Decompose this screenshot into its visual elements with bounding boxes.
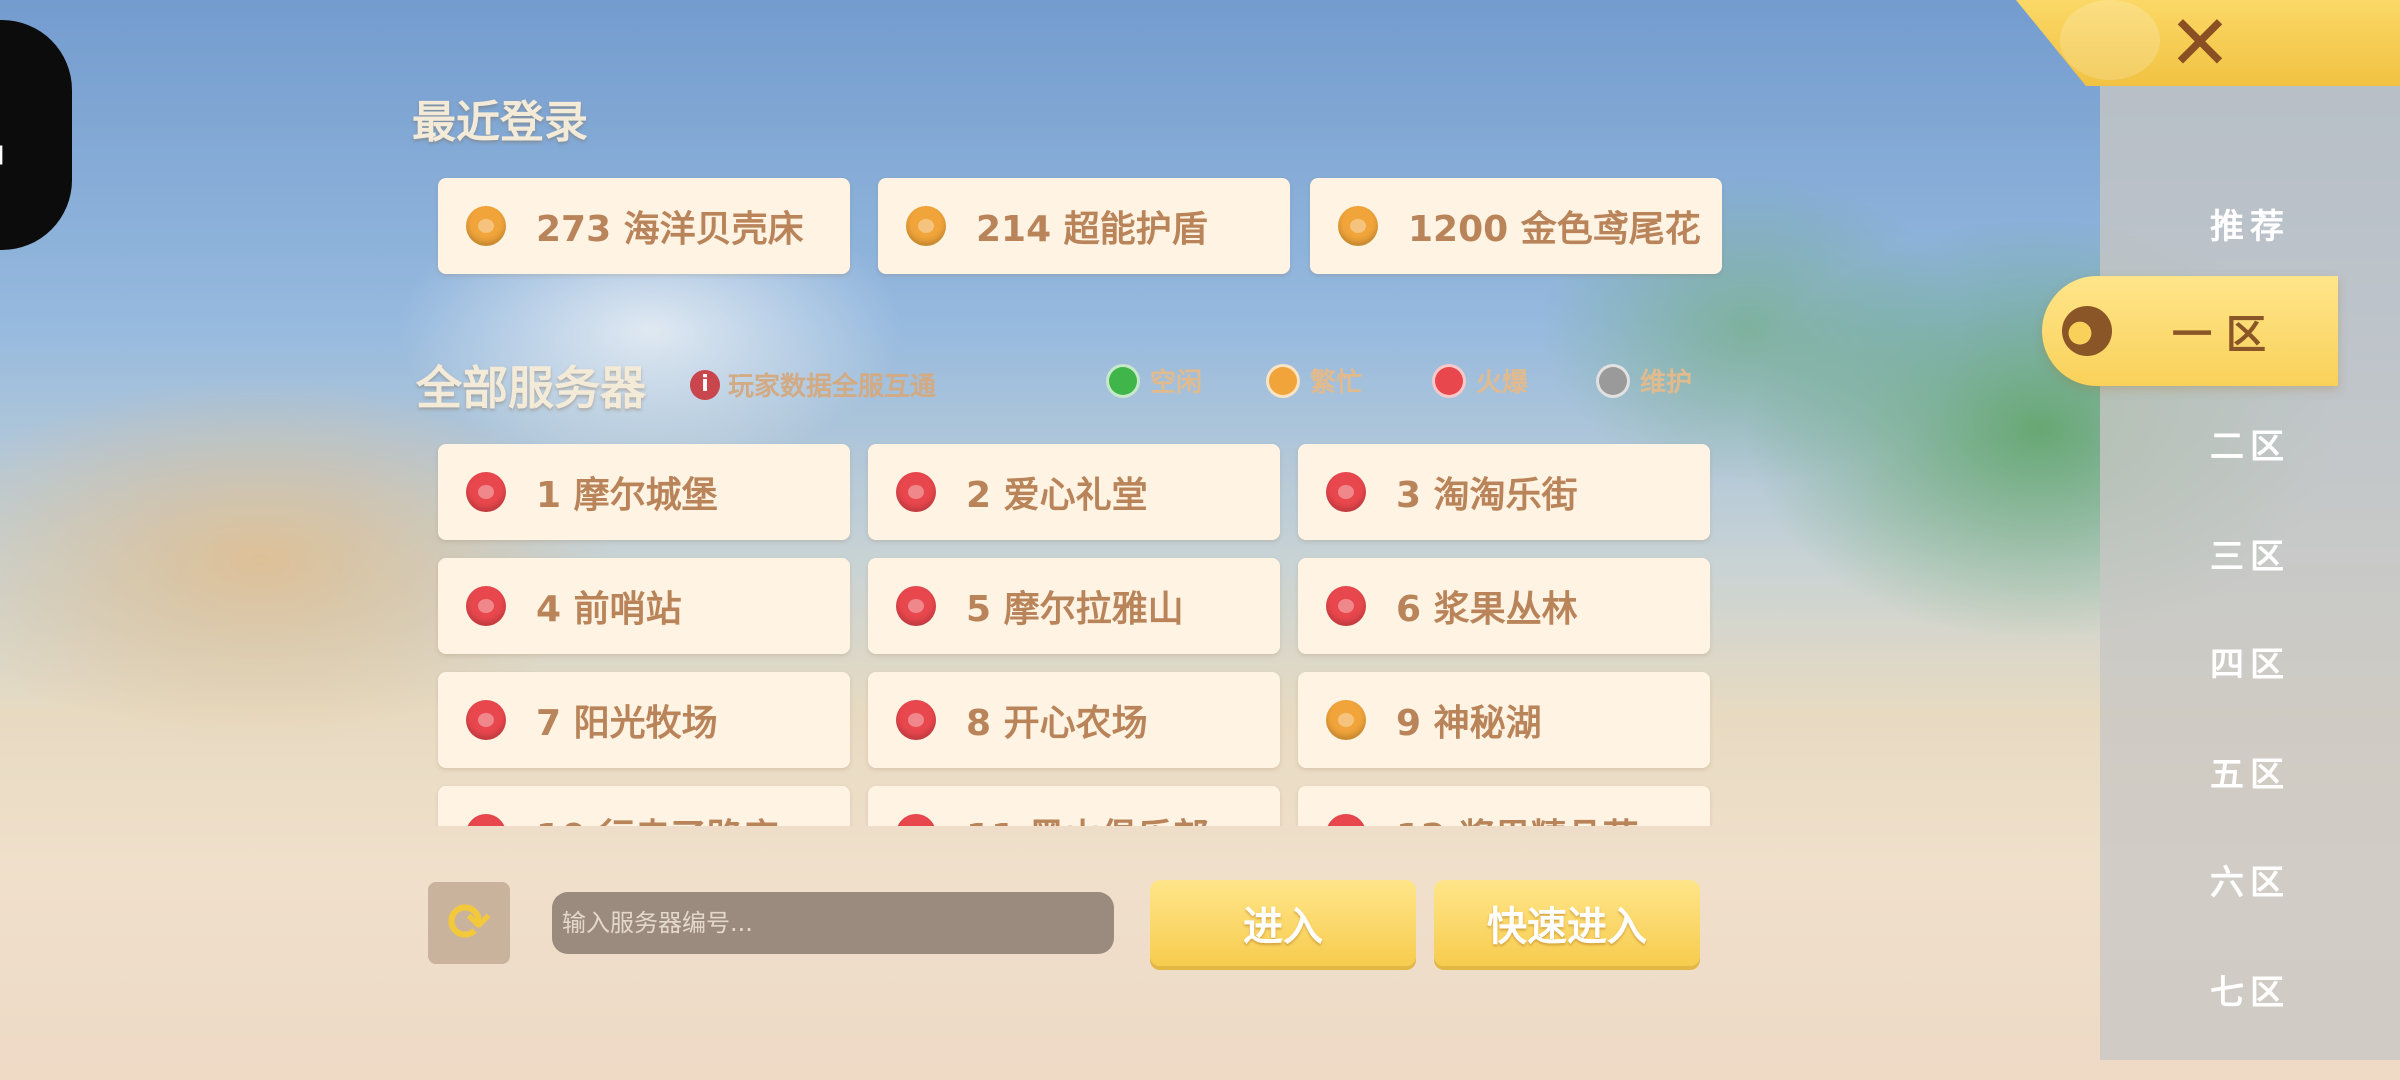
status-dot-icon xyxy=(466,206,506,246)
status-dot-icon xyxy=(1326,586,1366,626)
zone-item-7[interactable]: 七区 xyxy=(2100,954,2400,1024)
info-note: i 玩家数据全服互通 xyxy=(690,366,936,403)
server-label: 214 超能护盾 xyxy=(976,209,1208,250)
status-dot-icon xyxy=(466,814,506,826)
server-label: 7 阳光牧场 xyxy=(536,703,718,744)
legend-label: 火爆 xyxy=(1476,368,1529,398)
server-label: 1200 金色鸢尾花 xyxy=(1408,209,1701,250)
legend-label: 维护 xyxy=(1640,368,1693,398)
legend-label: 繁忙 xyxy=(1310,368,1363,398)
status-dot-icon xyxy=(1326,700,1366,740)
zone-item-1[interactable]: ● 一区 xyxy=(2042,276,2338,386)
zone-item-6[interactable]: 六区 xyxy=(2100,844,2400,914)
orange-dot-icon xyxy=(1266,363,1300,398)
recent-server-card[interactable]: 273 海洋贝壳床 xyxy=(438,178,850,274)
zone-item-label: 一区 xyxy=(2172,312,2280,358)
zone-item-recommended[interactable]: 推荐 xyxy=(2100,188,2400,258)
info-icon: i xyxy=(690,369,720,400)
server-number-input[interactable] xyxy=(552,892,1114,954)
server-label: 273 海洋贝壳床 xyxy=(536,209,804,250)
legend-item-busy: 繁忙 xyxy=(1266,362,1362,399)
server-card[interactable]: 2 爱心礼堂 xyxy=(868,444,1280,540)
legend-item-hot: 火爆 xyxy=(1432,362,1528,399)
server-label: 6 浆果丛林 xyxy=(1396,589,1578,630)
server-label: 12 浆果精品菇 xyxy=(1396,808,1639,826)
server-label: 3 淘淘乐街 xyxy=(1396,475,1578,516)
server-label: 8 开心农场 xyxy=(966,703,1148,744)
puzzle-icon: ⧉ xyxy=(0,128,16,178)
info-note-text: 玩家数据全服互通 xyxy=(728,372,937,402)
status-dot-icon xyxy=(896,700,936,740)
server-label: 2 爱心礼堂 xyxy=(966,475,1148,516)
status-dot-icon xyxy=(896,472,936,512)
server-card[interactable]: 3 淘淘乐街 xyxy=(1298,444,1710,540)
legend-label: 空闲 xyxy=(1150,368,1203,398)
server-label: 4 前哨站 xyxy=(536,589,682,630)
legend-item-idle: 空闲 xyxy=(1106,362,1202,399)
server-card[interactable]: 4 前哨站 xyxy=(438,558,850,654)
server-label: 5 摩尔拉雅山 xyxy=(966,589,1184,630)
side-tab[interactable]: ⧉ xyxy=(0,20,72,250)
refresh-button[interactable]: ⟳ xyxy=(428,882,510,964)
server-card[interactable]: 12 浆果精品菇 xyxy=(1298,786,1710,826)
status-dot-icon xyxy=(466,586,506,626)
green-dot-icon xyxy=(1106,363,1140,398)
recent-server-card[interactable]: 214 超能护盾 xyxy=(878,178,1290,274)
server-card[interactable]: 11 黑山俱乐部 xyxy=(868,786,1280,826)
zone-item-5[interactable]: 五区 xyxy=(2100,736,2400,806)
quick-enter-button[interactable]: 快速进入 xyxy=(1434,880,1700,966)
recent-server-card[interactable]: 1200 金色鸢尾花 xyxy=(1310,178,1722,274)
red-dot-icon xyxy=(1432,363,1466,398)
mole-emblem-icon xyxy=(2060,0,2160,80)
zone-item-3[interactable]: 三区 xyxy=(2100,518,2400,588)
zone-item-4[interactable]: 四区 xyxy=(2100,626,2400,696)
server-label: 10 行走了路店 xyxy=(536,808,779,826)
zone-item-2[interactable]: 二区 xyxy=(2100,408,2400,478)
server-card[interactable]: 6 浆果丛林 xyxy=(1298,558,1710,654)
status-dot-icon xyxy=(896,814,936,826)
server-label: 1 摩尔城堡 xyxy=(536,475,718,516)
refresh-icon: ⟳ xyxy=(447,893,491,953)
status-dot-icon xyxy=(1338,206,1378,246)
server-list[interactable]: 1 摩尔城堡 2 爱心礼堂 3 淘淘乐街 4 前哨站 5 摩尔拉雅山 6 浆果丛… xyxy=(430,440,1730,826)
all-servers-title: 全部服务器 xyxy=(416,361,646,415)
status-dot-icon xyxy=(466,472,506,512)
server-card[interactable]: 7 阳光牧场 xyxy=(438,672,850,768)
server-card[interactable]: 9 神秘湖 xyxy=(1298,672,1710,768)
status-dot-icon xyxy=(896,586,936,626)
enter-button[interactable]: 进入 xyxy=(1150,880,1416,966)
legend-item-maintenance: 维护 xyxy=(1596,362,1692,399)
server-label: 9 神秘湖 xyxy=(1396,703,1542,744)
status-dot-icon xyxy=(906,206,946,246)
server-card[interactable]: 5 摩尔拉雅山 xyxy=(868,558,1280,654)
server-card[interactable]: 10 行走了路店 xyxy=(438,786,850,826)
server-card[interactable]: 8 开心农场 xyxy=(868,672,1280,768)
mole-face-icon: ● xyxy=(2062,306,2112,356)
server-label: 11 黑山俱乐部 xyxy=(966,808,1209,826)
status-dot-icon xyxy=(1326,472,1366,512)
server-card[interactable]: 1 摩尔城堡 xyxy=(438,444,850,540)
close-icon[interactable]: ✕ xyxy=(2160,0,2240,87)
status-dot-icon xyxy=(1326,814,1366,826)
status-dot-icon xyxy=(466,700,506,740)
gray-dot-icon xyxy=(1596,363,1630,398)
recent-login-title: 最近登录 xyxy=(412,97,588,148)
